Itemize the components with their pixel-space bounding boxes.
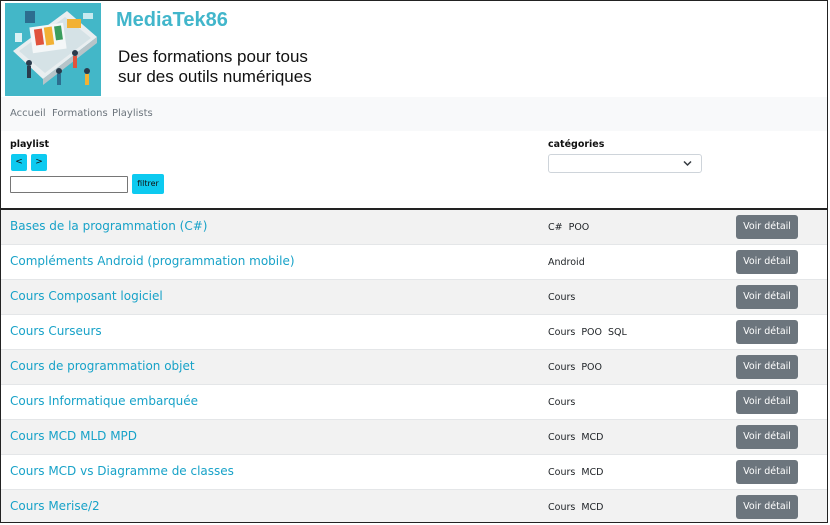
playlist-title-link[interactable]: Cours Curseurs: [10, 324, 102, 338]
playlist-title-link[interactable]: Cours Informatique embarquée: [10, 394, 198, 408]
category-tag: MCD: [581, 467, 604, 478]
category-tag: POO: [581, 327, 603, 338]
playlist-title-link[interactable]: Cours MCD MLD MPD: [10, 429, 137, 443]
category-tag: POO: [581, 362, 603, 373]
category-tag: Cours: [548, 292, 576, 303]
voir-detail-button[interactable]: Voir détail: [736, 320, 798, 344]
category-tag: Cours: [548, 502, 576, 513]
playlists-table: Bases de la programmation (C#) C# POO Voi…: [1, 210, 827, 522]
site-title: MediaTek86: [116, 9, 228, 31]
playlist-categories: Cours POO SQL: [548, 327, 633, 338]
playlist-title-link[interactable]: Compléments Android (programmation mobil…: [10, 254, 295, 268]
chevron-down-icon: [683, 160, 692, 167]
category-tag: POO: [568, 222, 590, 233]
table-row: Cours Informatique embarquée Cours Voir …: [1, 385, 827, 420]
voir-detail-button[interactable]: Voir détail: [736, 215, 798, 239]
voir-detail-button[interactable]: Voir détail: [736, 460, 798, 484]
voir-detail-button[interactable]: Voir détail: [736, 355, 798, 379]
playlist-categories: Cours MCD: [548, 432, 609, 443]
logo-illustration: [5, 3, 101, 96]
playlist-title-link[interactable]: Cours de programmation objet: [10, 359, 195, 373]
table-row: Cours MCD vs Diagramme de classes Cours M…: [1, 455, 827, 490]
table-row: Cours Merise/2 Cours MCD Voir détail: [1, 490, 827, 522]
category-tag: Cours: [548, 432, 576, 443]
categories-select[interactable]: [548, 154, 702, 173]
category-tag: Android: [548, 257, 585, 268]
table-row: Bases de la programmation (C#) C# POO Voi…: [1, 210, 827, 245]
playlist-search-input[interactable]: [10, 176, 128, 193]
category-tag: MCD: [581, 432, 604, 443]
playlist-title-link[interactable]: Cours Composant logiciel: [10, 289, 163, 303]
site-tagline: Des formations pour tous sur des outils …: [118, 47, 312, 87]
playlist-categories: Cours MCD: [548, 467, 609, 478]
playlist-title-link[interactable]: Bases de la programmation (C#): [10, 219, 207, 233]
tagline-line-1: Des formations pour tous: [118, 47, 308, 66]
filter-button[interactable]: filtrer: [132, 174, 164, 194]
tagline-line-2: sur des outils numériques: [118, 67, 312, 86]
category-tag: Cours: [548, 362, 576, 373]
category-tag: MCD: [581, 502, 604, 513]
table-row: Cours Composant logiciel Cours Voir déta…: [1, 280, 827, 315]
table-row: Cours de programmation objet Cours POO Vo…: [1, 350, 827, 385]
category-tag: SQL: [608, 327, 627, 338]
voir-detail-button[interactable]: Voir détail: [736, 425, 798, 449]
sort-asc-button[interactable]: <: [11, 154, 27, 171]
playlist-categories: Cours: [548, 292, 581, 303]
category-tag: C#: [548, 222, 563, 233]
table-row: Cours Curseurs Cours POO SQL Voir détail: [1, 315, 827, 350]
category-tag: Cours: [548, 397, 576, 408]
playlist-categories: Cours POO: [548, 362, 608, 373]
nav-link-formations[interactable]: Formations: [52, 108, 108, 119]
playlist-categories: Cours MCD: [548, 502, 609, 513]
voir-detail-button[interactable]: Voir détail: [736, 495, 798, 519]
nav-link-accueil[interactable]: Accueil: [10, 108, 46, 119]
table-row: Compléments Android (programmation mobil…: [1, 245, 827, 280]
voir-detail-button[interactable]: Voir détail: [736, 390, 798, 414]
page-frame: MediaTek86 Des formations pour tous sur …: [0, 0, 828, 523]
playlist-title-link[interactable]: Cours MCD vs Diagramme de classes: [10, 464, 234, 478]
playlist-categories: Android: [548, 257, 591, 268]
sort-desc-button[interactable]: >: [31, 154, 47, 171]
site-header: MediaTek86 Des formations pour tous sur …: [1, 1, 827, 96]
playlist-categories: Cours: [548, 397, 581, 408]
voir-detail-button[interactable]: Voir détail: [736, 285, 798, 309]
playlist-categories: C# POO: [548, 222, 595, 233]
nav-link-playlists[interactable]: Playlists: [112, 108, 153, 119]
category-tag: Cours: [548, 467, 576, 478]
table-row: Cours MCD MLD MPD Cours MCD Voir détail: [1, 420, 827, 455]
playlist-column-label: playlist: [10, 139, 50, 150]
categories-column-label: catégories: [548, 139, 605, 150]
playlist-title-link[interactable]: Cours Merise/2: [10, 499, 100, 513]
main-navbar: Accueil Formations Playlists: [1, 97, 827, 131]
voir-detail-button[interactable]: Voir détail: [736, 250, 798, 274]
category-tag: Cours: [548, 327, 576, 338]
